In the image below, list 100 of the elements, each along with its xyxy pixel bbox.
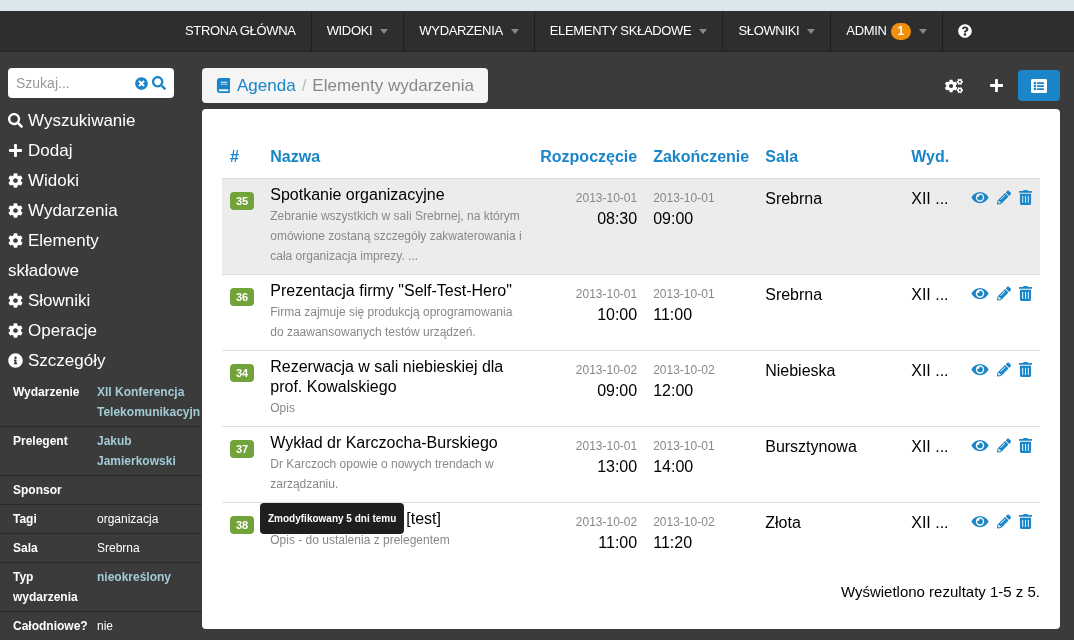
detail-link[interactable]: XII Konferencja Telekomunikacyjn (97, 382, 202, 422)
info-icon (8, 352, 23, 368)
start-time: 11:00 (597, 533, 638, 553)
settings-icon[interactable] (945, 76, 963, 95)
end-time: 11:00 (653, 305, 694, 325)
caret-icon (380, 28, 389, 34)
room-name: Srebrna (765, 286, 823, 303)
search-icon (8, 112, 23, 128)
room-name: Złota (765, 514, 801, 531)
id-badge: 34 (230, 364, 255, 382)
nav-item[interactable]: WYDARZENIA (404, 11, 535, 51)
column-header[interactable]: Zakończenie (645, 145, 758, 179)
help-icon[interactable] (957, 24, 972, 38)
delete-icon[interactable] (1019, 286, 1032, 301)
table-row[interactable]: 34 Rezerwacja w sali niebieskiej dla prof. Kowalskiego Opis 2013-10-02 09:00 2013-10-02 12:00 Niebieska XII ... (222, 350, 1040, 427)
column-header[interactable]: Rozpoczęcie (532, 145, 646, 179)
end-date: 2013-10-01 (653, 438, 716, 455)
detail-value: organizacja (97, 511, 159, 528)
sidebar-menu-item[interactable]: Dodaj (8, 136, 138, 166)
end-time: 11:20 (653, 533, 694, 553)
nav-item[interactable]: ADMIN 1 (831, 11, 943, 51)
caret-icon (807, 28, 816, 34)
delete-icon[interactable] (1019, 438, 1032, 453)
tooltip: Zmodyfikowany 5 dni temu (260, 503, 405, 534)
detail-label: Całodniowe? (13, 618, 89, 635)
row-title[interactable]: Rezerwacja w sali niebieskiej dla prof. Kowalskiego (270, 357, 525, 397)
room-name: Niebieska (765, 362, 836, 379)
row-title[interactable]: Prezentacja firmy "Self-Test-Hero" (270, 281, 525, 301)
add-icon[interactable] (989, 78, 1004, 93)
sidebar-menu-item[interactable]: Słowniki (8, 286, 138, 316)
detail-value: Srebrna (97, 540, 140, 557)
sidebar-menu-item[interactable]: Wyszukiwanie (8, 106, 138, 136)
delete-icon[interactable] (1019, 362, 1032, 377)
sidebar-menu-item[interactable]: Operacje (8, 316, 138, 346)
delete-icon[interactable] (1019, 514, 1032, 529)
nav-item[interactable]: WIDOKI (311, 11, 405, 51)
sidebar-menu-item[interactable]: Widoki (8, 166, 138, 196)
view-icon[interactable] (971, 190, 989, 205)
sidebar-menu-item[interactable]: Szczegóły (8, 346, 138, 376)
plus-icon (8, 142, 23, 158)
nav-item[interactable]: SŁOWNIKI (723, 11, 832, 51)
clear-icon[interactable] (135, 77, 148, 90)
gear-icon (8, 172, 23, 188)
gear-icon (8, 292, 23, 308)
id-badge: 35 (230, 192, 255, 210)
row-description: Dr Karczoch opowie o nowych trendach w zarządzaniu. (270, 456, 495, 493)
search-icon[interactable] (152, 76, 166, 90)
detail-label: Sala (13, 540, 39, 557)
nav-item[interactable]: STRONA GŁÓWNA (170, 11, 312, 51)
count-badge: 1 (890, 22, 911, 40)
edit-icon[interactable] (997, 286, 1011, 301)
detail-link[interactable]: nieokreślony (97, 567, 202, 607)
edit-icon[interactable] (997, 514, 1011, 529)
row-title[interactable]: Wykład dr Karczocha-Burskiego (270, 433, 525, 453)
search-field[interactable]: Szukaj... (8, 68, 174, 98)
id-badge: 37 (230, 440, 255, 458)
id-badge: 38 (230, 516, 255, 534)
end-time: 12:00 (653, 381, 695, 401)
detail-label: Sponsor (13, 482, 63, 499)
edit-icon[interactable] (997, 190, 1011, 205)
end-date: 2013-10-02 (653, 362, 716, 379)
delete-icon[interactable] (1019, 190, 1032, 205)
end-date: 2013-10-01 (653, 286, 716, 303)
column-header[interactable]: Nazwa (262, 145, 533, 179)
book-icon (216, 78, 231, 93)
event-name: XII ... (911, 362, 949, 379)
end-time: 14:00 (653, 457, 695, 477)
view-icon[interactable] (971, 438, 989, 453)
edit-icon[interactable] (997, 438, 1011, 453)
event-name: XII ... (911, 190, 949, 207)
column-header[interactable]: Wyd. (903, 145, 958, 179)
list-view-button[interactable] (1018, 70, 1060, 101)
sidebar-menu-item[interactable]: Elementy składowe (8, 226, 138, 286)
row-description: Firma zajmuje się produkcją oprogramowania do zaawansowanych testów urządzeń. (270, 304, 514, 341)
detail-label: Wydarzenie (13, 384, 81, 401)
view-icon[interactable] (971, 514, 989, 529)
gear-icon (8, 322, 23, 338)
caret-icon (699, 28, 708, 34)
breadcrumb-link[interactable]: Agenda (216, 72, 296, 99)
column-header[interactable]: # (222, 145, 263, 179)
row-title[interactable]: Spotkanie organizacyjne (270, 185, 525, 205)
start-date: 2013-10-02 (574, 514, 638, 531)
gear-icon (8, 202, 23, 218)
view-icon[interactable] (971, 286, 989, 301)
start-date: 2013-10-02 (574, 362, 638, 379)
table-row[interactable]: 36 Prezentacja firmy "Self-Test-Hero" Firma zajmuje się produkcją oprogramowania do zaawansowanych testów urządzeń. 2013-10-01 10:00 2013-10-01 11:00 Srebrna XII ... (222, 274, 1040, 351)
view-icon[interactable] (971, 362, 989, 377)
table-row[interactable]: 37 Wykład dr Karczocha-Burskiego Dr Karczoch opowie o nowych trendach w zarządzaniu. 2013-10-01 13:00 2013-10-01 14:00 Bursztynowa XII ... (222, 426, 1040, 503)
end-date: 2013-10-01 (653, 190, 716, 207)
sidebar-menu-item[interactable]: Wydarzenia (8, 196, 138, 226)
column-header[interactable]: Sala (757, 145, 904, 179)
breadcrumb-separator: / (301, 74, 307, 97)
row-description: Opis - do ustalenia z prelegentem (270, 532, 451, 549)
detail-link[interactable]: Jakub Jamierkowski (97, 431, 202, 471)
start-time: 13:00 (596, 457, 638, 477)
edit-icon[interactable] (997, 362, 1011, 377)
row-description: Zebranie wszystkich w sali Srebrnej, na którym omówione zostaną szczegóły zakwaterowania i cała organizacja imprezy. ... (270, 208, 523, 265)
nav-item[interactable]: ELEMENTY SKŁADOWE (534, 11, 724, 51)
detail-label: Typ wydarzenia (13, 569, 79, 606)
list-icon (1030, 77, 1048, 94)
